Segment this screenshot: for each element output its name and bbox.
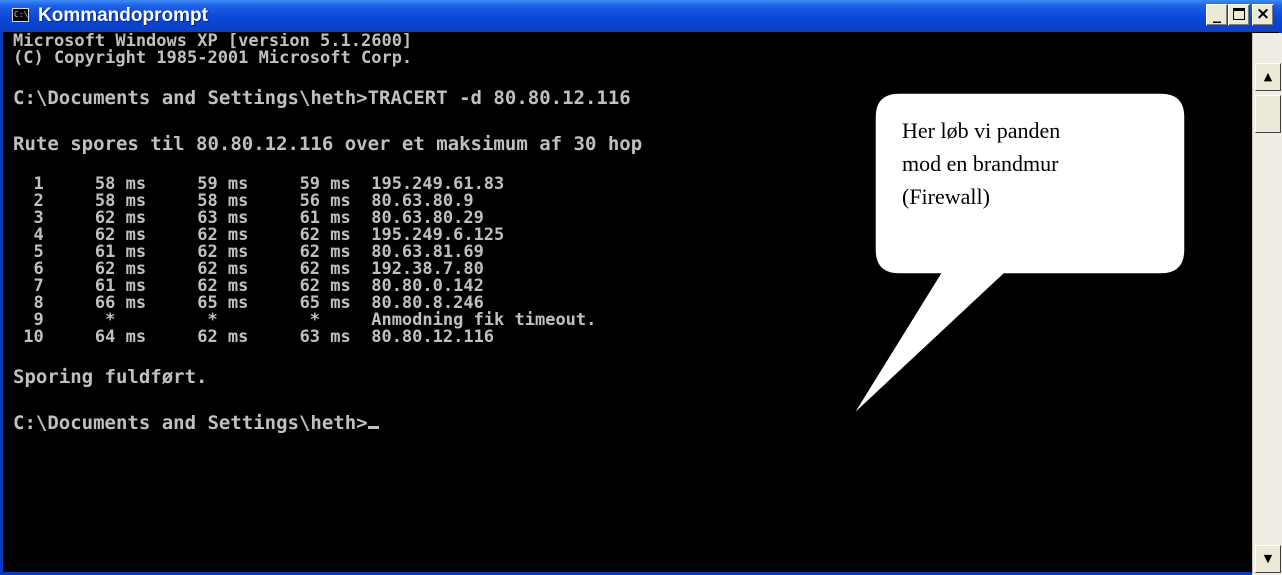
arrow-down-icon: ▼ — [1263, 552, 1273, 565]
maximize-icon — [1233, 8, 1245, 20]
text-cursor — [367, 426, 379, 429]
prompt-text: C:\Documents and Settings\heth> — [13, 412, 368, 434]
callout-line: Her løb vi panden — [902, 118, 1061, 143]
vertical-scrollbar[interactable]: ▲ ▼ — [1252, 33, 1282, 575]
prompt-line[interactable]: C:\Documents and Settings\heth> — [13, 409, 1243, 438]
window-title: Kommandoprompt — [38, 5, 208, 26]
close-button[interactable]: × — [1252, 4, 1274, 26]
trace-hop-row: 10 64 ms 62 ms 63 ms 80.80.12.116 — [13, 327, 495, 347]
console-line: C:\Documents and Settings\heth>TRACERT -… — [13, 87, 631, 109]
scroll-thumb[interactable] — [1255, 95, 1281, 133]
callout-line: (Firewall) — [902, 184, 990, 209]
title-bar[interactable]: C:\ Kommandoprompt _ × — [0, 0, 1282, 32]
scroll-up-button[interactable]: ▲ — [1255, 63, 1281, 91]
callout-text: Her løb vi panden mod en brandmur (Firew… — [902, 114, 1182, 213]
scroll-down-button[interactable]: ▼ — [1255, 545, 1281, 573]
callout-line: mod en brandmur — [902, 151, 1059, 176]
console-line: (C) Copyright 1985-2001 Microsoft Corp. — [13, 48, 413, 68]
console-line: Sporing fuldført. — [13, 366, 208, 388]
arrow-up-icon: ▲ — [1263, 70, 1273, 83]
minimize-button[interactable]: _ — [1206, 4, 1228, 26]
console-icon[interactable]: C:\ — [12, 8, 29, 22]
maximize-button[interactable] — [1228, 4, 1250, 26]
command-prompt-window: C:\ Kommandoprompt _ × Microsoft Windows… — [0, 0, 1282, 575]
